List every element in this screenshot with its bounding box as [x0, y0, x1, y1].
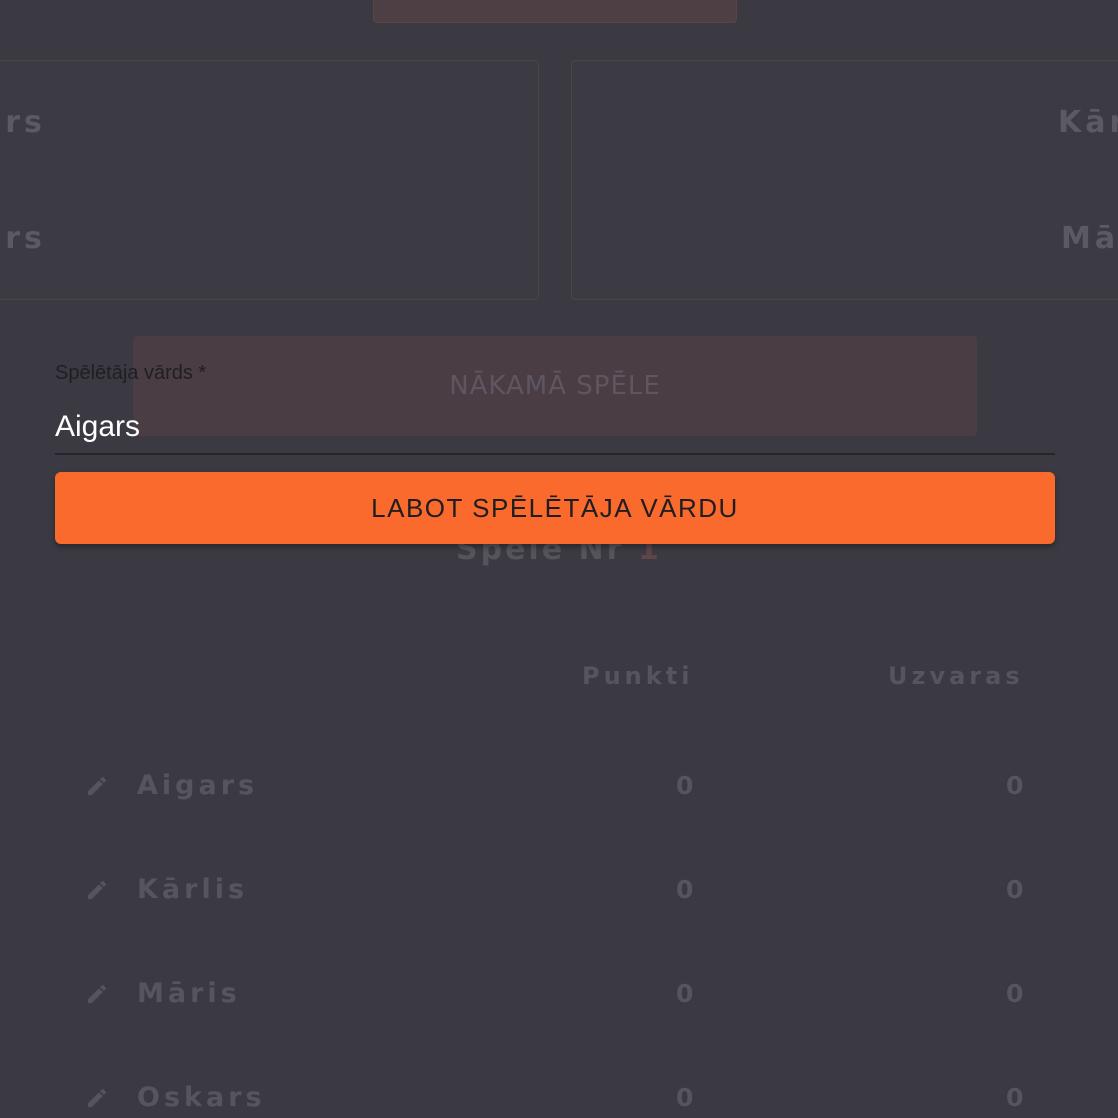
edit-pencil-icon[interactable] — [85, 774, 109, 798]
team-card-right-player-2: Mā — [1061, 221, 1118, 256]
player-wins: 0 — [1006, 771, 1024, 800]
team-card-left: ars ars — [0, 60, 539, 300]
column-header-points: Punkti — [582, 662, 694, 690]
player-points: 0 — [676, 1083, 694, 1112]
player-wins: 0 — [1006, 979, 1024, 1008]
player-wins: 0 — [1006, 1083, 1024, 1112]
background-screen: ars ars Kār Mā NĀKAMĀ SPĒLE Spēle Nr 1 P… — [0, 0, 1118, 1118]
column-header-wins: Uzvaras — [888, 662, 1024, 690]
player-points: 0 — [676, 771, 694, 800]
player-points: 0 — [676, 875, 694, 904]
top-button[interactable] — [373, 0, 737, 23]
player-name: Oskars — [137, 1082, 266, 1113]
edit-pencil-icon[interactable] — [85, 1086, 109, 1110]
edit-pencil-icon[interactable] — [85, 878, 109, 902]
next-game-label: NĀKAMĀ SPĒLE — [449, 371, 661, 401]
rename-player-button[interactable]: LABOT SPĒLĒTĀJA VĀRDU — [55, 472, 1055, 544]
team-card-left-player-2: ars — [0, 221, 46, 256]
player-points: 0 — [676, 979, 694, 1008]
player-name-input[interactable] — [55, 400, 1055, 455]
team-card-right-player-1: Kār — [1058, 105, 1118, 140]
team-card-right: Kār Mā — [571, 60, 1118, 300]
player-name: Kārlis — [137, 874, 249, 905]
player-name-field-label: Spēlētāja vārds * — [55, 362, 207, 384]
player-name: Māris — [137, 978, 241, 1009]
edit-pencil-icon[interactable] — [85, 982, 109, 1006]
team-card-left-player-1: ars — [0, 105, 46, 140]
player-wins: 0 — [1006, 875, 1024, 904]
player-name: Aigars — [137, 770, 259, 801]
